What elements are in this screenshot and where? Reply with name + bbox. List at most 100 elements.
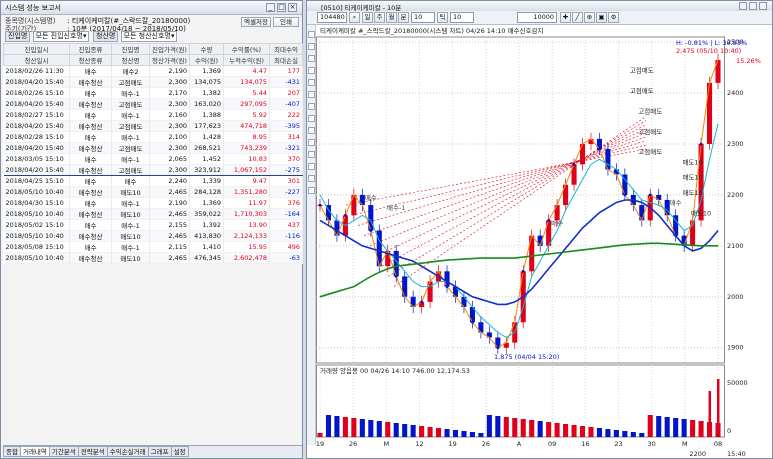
column-header[interactable]: 최대손실 (269, 54, 303, 66)
column-header[interactable]: 최대수익 (269, 43, 303, 55)
cell-pct: 10.83 (223, 153, 270, 165)
price-chart[interactable]: 250024002300220021002000190019 26 M 12 19 26 A… (316, 25, 772, 458)
drawing-tool-icon[interactable] (308, 67, 315, 74)
week-chart-icon[interactable]: 주 (374, 12, 385, 23)
column-header[interactable]: 수익(원) (189, 54, 224, 66)
drawing-tool-icon[interactable] (308, 43, 315, 50)
volume-bar (690, 420, 696, 437)
drawing-tool-icon[interactable] (308, 91, 315, 98)
drawing-tool-icon[interactable] (308, 31, 315, 38)
series-point (572, 162, 576, 166)
column-header[interactable]: 수량 (189, 43, 224, 55)
column-header[interactable]: 진입가격(원) (149, 43, 190, 55)
status-value: 2200 (689, 450, 706, 458)
y-tick-label: 2200 (727, 191, 744, 199)
settings-icon[interactable]: ⚙ (608, 12, 619, 23)
cell-pct: 1,351,280 (223, 186, 270, 198)
drawing-tool-icon[interactable] (308, 127, 315, 134)
chart-minimize-icon[interactable] (739, 2, 747, 10)
drawing-tool-icon[interactable] (308, 103, 315, 110)
chart-maximize-icon[interactable] (749, 2, 757, 10)
drawing-tool-icon[interactable] (308, 151, 315, 158)
price-field[interactable]: 10000 (517, 12, 557, 23)
table-row[interactable]: 2018/02/26 15:10 매수 매수-1 2,170 1,382 5.44 207 (3, 87, 303, 99)
month-chart-icon[interactable]: 월 (386, 12, 397, 23)
code-input[interactable]: 104480 (317, 12, 347, 23)
chart-close-icon[interactable] (759, 2, 767, 10)
tab-4[interactable]: 수익손실거래 (106, 446, 149, 457)
search-icon[interactable]: ⌕ (349, 12, 360, 23)
cell-pct: 2,602,478 (223, 252, 270, 264)
entry-filter-select[interactable]: 모든 진입신호명 (32, 31, 89, 42)
table-row[interactable]: 2018/02/28 15:10 매수 매수-1 2,100 1,428 8.95 314 (3, 131, 303, 143)
minute-chart-icon[interactable]: 분 (398, 12, 409, 23)
volume-bar (317, 433, 323, 437)
table-row[interactable]: 2018/04/20 15:40 매수청산 고점매도 2,300 177,623 474,… (3, 120, 303, 132)
period-count-select[interactable]: 10 (450, 12, 474, 23)
tab-6[interactable]: 설정 (170, 446, 189, 457)
cell-date: 2018/04/20 15:40 (3, 120, 70, 132)
drawing-tool-icon[interactable] (308, 163, 315, 170)
volume-bar (385, 422, 391, 437)
tab-3[interactable]: 전략분석 (77, 446, 108, 457)
exit-filter-select[interactable]: 모든 청산신호명 (120, 31, 177, 42)
tab-2[interactable]: 기간분석 (48, 446, 79, 457)
close-icon[interactable]: × (288, 3, 297, 12)
drawing-tool-icon[interactable] (308, 115, 315, 122)
chart-titlebar[interactable]: [0510] 티케이케미칼 - 10분 (307, 1, 772, 12)
table-row[interactable]: 2018/02/27 15:10 매수 매수-1 2,160 1,388 5.92 222 (3, 109, 303, 121)
table-row[interactable]: 2018/05/10 10:40 매수청산 매도10 2,465 413,830 2,12… (3, 230, 303, 242)
table-row[interactable]: 2018/05/10 10:40 매수청산 매도10 2,465 359,022 1,71… (3, 208, 303, 220)
tab-5[interactable]: 그래프 (147, 446, 172, 457)
drawing-tool-icon[interactable] (308, 139, 315, 146)
maximize-icon[interactable]: □ (277, 3, 286, 12)
tab-1[interactable]: 거래내역 (19, 446, 50, 457)
print-button[interactable]: 인쇄 (273, 17, 299, 27)
report-titlebar[interactable]: 시스템 성능 보고서 _ □ × (1, 1, 302, 15)
line-tool-icon[interactable]: ╱ (572, 12, 583, 23)
volume-bar (503, 417, 509, 437)
column-header[interactable]: 청산종류 (69, 54, 112, 66)
zoom-icon[interactable]: ⊕ (584, 12, 595, 23)
column-header[interactable]: 청산가격(원) (149, 54, 190, 66)
interval-select[interactable]: 10 (411, 12, 435, 23)
table-row[interactable]: 2018/04/20 15:40 매수청산 고점매도 2,300 134,075 134,… (3, 76, 303, 88)
series-point (471, 320, 474, 324)
column-header[interactable]: 청산명 (111, 54, 150, 66)
table-row[interactable]: 2018/05/08 15:10 매수 매수-1 2,115 1,410 15.95 496 (3, 241, 303, 253)
minimize-icon[interactable]: _ (266, 3, 275, 12)
column-header[interactable]: 진입종류 (69, 43, 112, 55)
drawing-tool-icon[interactable] (308, 175, 315, 182)
table-row[interactable]: 2018/04/20 15:40 매수청산 고점매도 2,300 268,521 743,… (3, 142, 303, 154)
tab-0[interactable]: 종합 (3, 446, 21, 457)
table-row[interactable]: 2018/05/10 10:40 매수청산 매도10 2,465 476,345 2,60… (3, 252, 303, 264)
excel-save-button[interactable]: 엑셀저장 (241, 17, 271, 27)
drawing-tool-icon[interactable] (308, 79, 315, 86)
drawing-tool-icon[interactable] (308, 187, 315, 194)
cell-name: 매수2 (111, 65, 150, 77)
table-row[interactable]: 2018/04/20 15:40 매수청산 고점매도 2,300 323,912 1,06… (3, 164, 303, 176)
column-header[interactable]: 수익률(%) (223, 43, 270, 55)
day-chart-icon[interactable]: 일 (362, 12, 373, 23)
table-row[interactable]: 2018/05/02 15:10 매수 매수-1 2,155 1,392 13.90 437 (3, 219, 303, 231)
table-row[interactable]: 2018/03/05 15:10 매수 매수-1 2,065 1,452 10.83 370 (3, 153, 303, 165)
cell-qty: 268,521 (189, 142, 224, 154)
drawing-tool-icon[interactable] (308, 55, 315, 62)
table-row[interactable]: 2018/05/10 10:40 매수청산 매도10 2,465 284,128 1,35… (3, 186, 303, 198)
column-header[interactable]: 진입명 (111, 43, 150, 55)
tick-chart-icon[interactable]: 틱 (437, 12, 448, 23)
crosshair-icon[interactable]: ✚ (560, 12, 571, 23)
table-row[interactable]: 2018/04/20 15:40 매수청산 고점매도 2,300 163,020 297,… (3, 98, 303, 110)
table-row[interactable]: 2018/04/30 15:10 매수 매수-1 2,190 1,369 11.97 376 (3, 197, 303, 209)
column-header[interactable]: 청산일시 (3, 54, 70, 66)
x-tick-label: 26 (349, 440, 357, 448)
column-header[interactable]: 진입일시 (3, 43, 70, 55)
cell-date: 2018/04/20 15:40 (3, 98, 70, 110)
table-row[interactable]: 2018/04/25 15:10 매수 매수 2,240 1,339 9.47 301 (3, 175, 303, 187)
volume-bar (708, 391, 712, 437)
volume-legend: 거래량 양음봉 00 04/26 14:10 746.00 12,174.53 (320, 366, 470, 375)
save-icon[interactable]: ▣ (596, 12, 607, 23)
table-row[interactable]: 2018/02/26 11:30 매수 매수2 2,190 1,369 4.47 177 (3, 65, 303, 77)
column-header[interactable]: 누적수익(원) (223, 54, 270, 66)
cell-qty: 177,623 (189, 120, 224, 132)
